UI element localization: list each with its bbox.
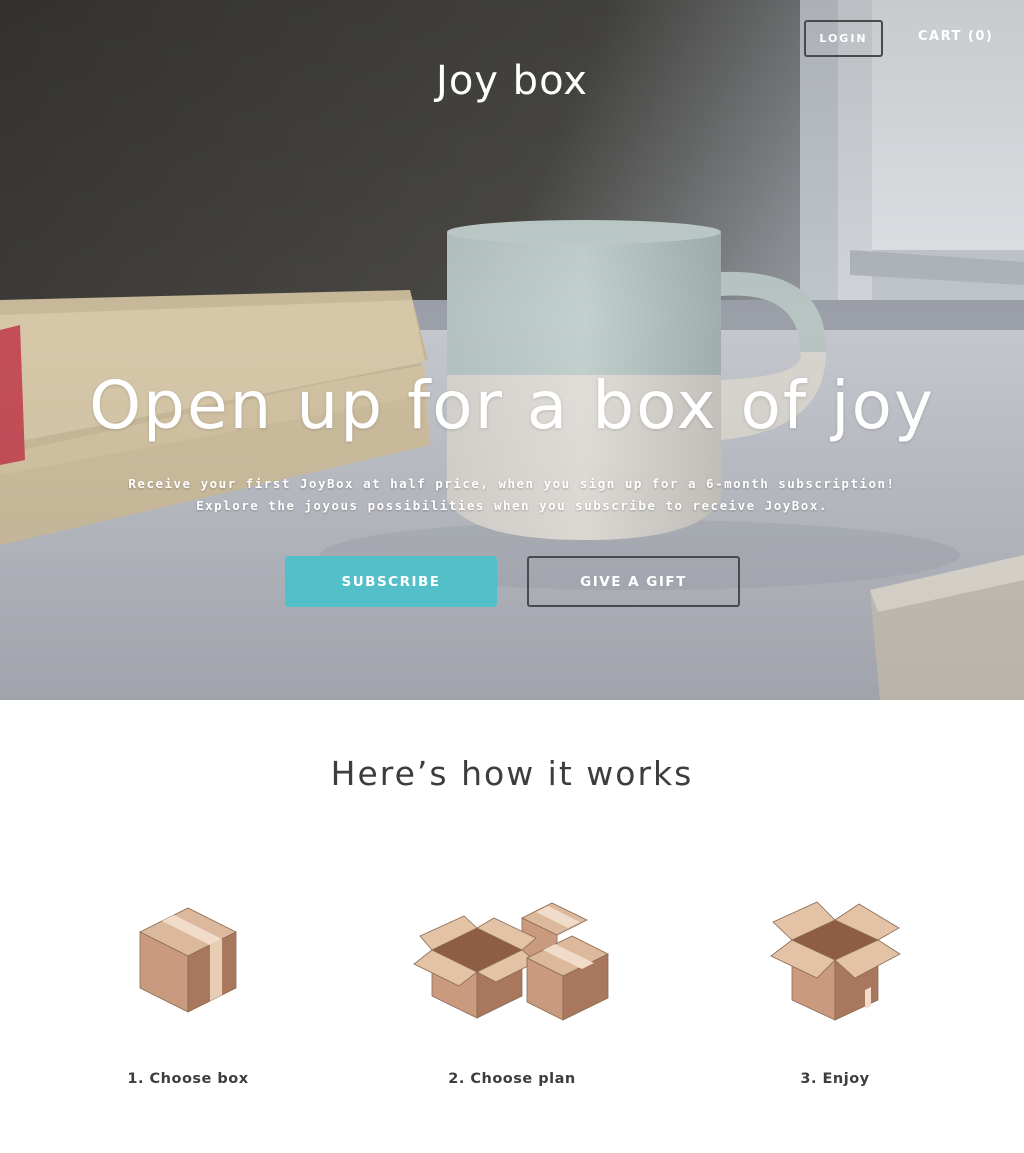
- give-a-gift-button[interactable]: GIVE A GIFT: [527, 556, 740, 607]
- closed-box-icon: [139, 907, 237, 1013]
- hero-overlay: [0, 0, 1024, 700]
- step-label: 3. Enjoy: [800, 1071, 870, 1087]
- step-label: 2. Choose plan: [448, 1071, 576, 1087]
- how-it-works-title: Here’s how it works: [330, 754, 694, 793]
- site-title[interactable]: Joy box: [0, 58, 1024, 104]
- open-box-icon: [770, 901, 901, 1021]
- cart-link[interactable]: CART (0): [918, 29, 993, 44]
- multiple-boxes-icon: [413, 902, 609, 1021]
- step-enjoy: 3. Enjoy: [685, 890, 985, 1100]
- step-label: 1. Choose box: [127, 1071, 249, 1087]
- login-button[interactable]: LOGIN: [804, 20, 883, 57]
- hero-section: LOGIN CART (0) Joy box Open up for a box…: [0, 0, 1024, 700]
- hero-subtext: Receive your first JoyBox at half price,…: [0, 473, 1024, 517]
- subscribe-button[interactable]: SUBSCRIBE: [285, 556, 497, 607]
- hero-subtext-line-1: Receive your first JoyBox at half price,…: [128, 476, 896, 491]
- hero-subtext-line-2: Explore the joyous possibilities when yo…: [196, 498, 828, 513]
- hero-headline: Open up for a box of joy: [89, 367, 935, 444]
- step-choose-box: 1. Choose box: [38, 890, 338, 1100]
- step-choose-plan: 2. Choose plan: [362, 890, 662, 1100]
